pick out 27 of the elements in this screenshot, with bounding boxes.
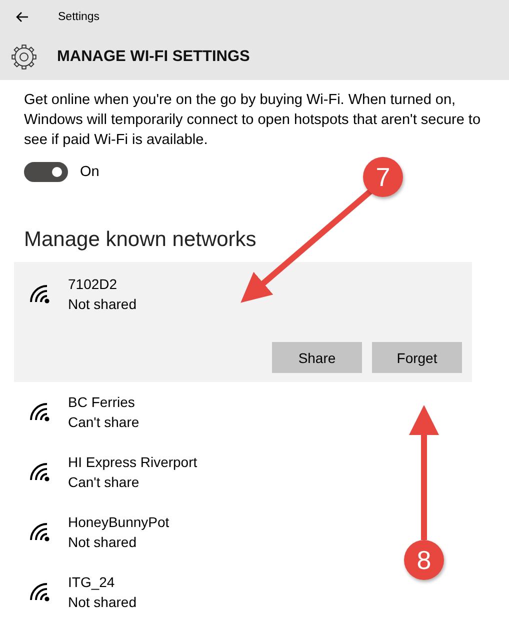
network-item[interactable]: BC Ferries Can't share — [14, 382, 154, 442]
network-status: Can't share — [68, 473, 140, 492]
toggle-switch[interactable] — [24, 162, 68, 182]
network-name: BC Ferries — [68, 393, 136, 412]
back-icon — [15, 11, 29, 23]
section-heading: Manage known networks — [24, 228, 258, 252]
toggle-label: On — [80, 164, 100, 180]
network-status: Can't share — [68, 413, 140, 432]
network-name: ITG_24 — [68, 573, 116, 592]
window-title: Settings — [58, 11, 100, 23]
network-name: HoneyBunnyPot — [68, 513, 170, 532]
action-button[interactable]: Forget — [372, 342, 462, 373]
network-name: HI Express Riverport — [68, 453, 198, 472]
network-item[interactable]: HoneyBunnyPot Not shared — [14, 502, 184, 562]
step-badge: 8 — [404, 540, 444, 580]
network-item[interactable]: HI Express Riverport Can't share — [14, 442, 212, 502]
network-name: 7102D2 — [68, 275, 118, 294]
action-button[interactable]: Share — [272, 342, 362, 373]
settings-icon — [11, 44, 37, 70]
network-status: Not shared — [68, 593, 136, 612]
network-status: Not shared — [68, 533, 138, 552]
step-badge: 7 — [363, 157, 403, 197]
network-status: Not shared — [68, 295, 136, 314]
description-text: Get online when you're on the go by buying Wi-Fi. When turned on, Windows will temporarily connect to open hotspots that aren't secure to see if paid Wi-Fi is available. — [24, 91, 482, 150]
network-item[interactable]: 7102D2 Not shared Share Forget — [14, 262, 472, 382]
page-title: MANAGE WI-FI SETTINGS — [57, 48, 250, 66]
network-item[interactable]: ITG_24 Not shared — [14, 562, 150, 622]
